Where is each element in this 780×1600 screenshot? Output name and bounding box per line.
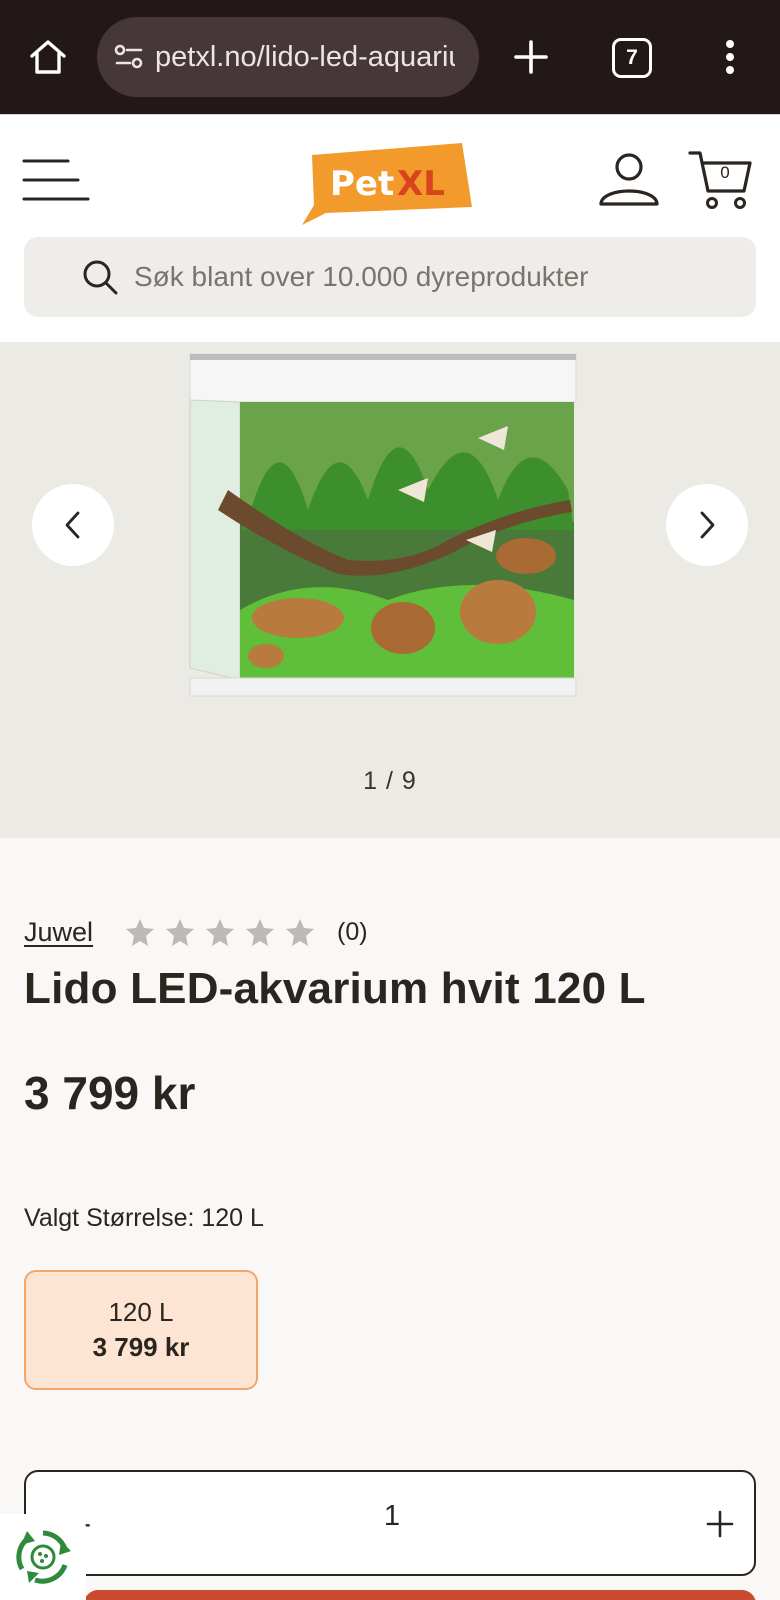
chevron-right-icon bbox=[700, 511, 715, 539]
more-vert-icon bbox=[726, 40, 734, 74]
logo-text-pet: Pet bbox=[330, 164, 394, 204]
home-icon bbox=[30, 40, 66, 74]
account-button[interactable] bbox=[596, 149, 662, 213]
site-header: Pet XL 0 bbox=[0, 114, 780, 342]
menu-button[interactable] bbox=[22, 157, 90, 203]
quantity-stepper: - 1 bbox=[24, 1470, 756, 1576]
search-icon bbox=[83, 260, 118, 295]
quantity-increase-button[interactable] bbox=[694, 1498, 746, 1550]
cart-count: 0 bbox=[720, 163, 730, 182]
quantity-value[interactable]: 1 bbox=[26, 1500, 758, 1533]
product-price: 3 799 kr bbox=[24, 1067, 196, 1119]
cart-button[interactable]: 0 bbox=[688, 149, 754, 213]
chevron-left-icon bbox=[65, 511, 80, 539]
rating-stars[interactable] bbox=[125, 917, 315, 947]
recycle-icon bbox=[16, 1530, 71, 1584]
aquarium-photo[interactable] bbox=[188, 350, 592, 702]
petxl-logo[interactable]: Pet XL bbox=[302, 137, 478, 225]
url-text[interactable]: petxl.no/lido-led-aquarium bbox=[155, 41, 455, 74]
gallery-prev-button[interactable] bbox=[32, 484, 114, 566]
search-input[interactable] bbox=[134, 261, 694, 293]
user-icon bbox=[599, 153, 659, 206]
hamburger-icon bbox=[22, 159, 90, 201]
review-count[interactable]: (0) bbox=[337, 918, 368, 947]
variant-label: Valgt Størrelse: 120 L bbox=[24, 1204, 264, 1232]
gallery-next-button[interactable] bbox=[666, 484, 748, 566]
tabs-button[interactable]: 7 bbox=[612, 38, 652, 78]
search-box[interactable] bbox=[24, 237, 756, 317]
product-title: Lido LED-akvarium hvit 120 L bbox=[24, 964, 646, 1013]
variant-price: 3 799 kr bbox=[92, 1332, 190, 1362]
plus-icon bbox=[514, 40, 548, 74]
star-icon bbox=[126, 919, 155, 946]
star-icon bbox=[286, 919, 315, 946]
eco-badge[interactable] bbox=[0, 1514, 86, 1600]
star-icon bbox=[166, 919, 195, 946]
browser-menu-button[interactable] bbox=[712, 34, 748, 80]
brand-link[interactable]: Juwel bbox=[24, 917, 93, 948]
address-bar[interactable]: petxl.no/lido-led-aquarium bbox=[97, 17, 479, 97]
plus-icon bbox=[706, 1510, 734, 1538]
brand-rating-row: Juwel (0) bbox=[24, 912, 368, 952]
add-to-cart-button[interactable] bbox=[84, 1590, 756, 1600]
gallery-counter: 1 / 9 bbox=[363, 767, 417, 795]
home-button[interactable] bbox=[22, 34, 74, 80]
new-tab-button[interactable] bbox=[508, 34, 554, 80]
star-icon bbox=[206, 919, 235, 946]
variant-size: 120 L bbox=[108, 1297, 174, 1327]
star-icon bbox=[246, 919, 275, 946]
logo-text-xl: XL bbox=[397, 164, 445, 204]
site-info-icon[interactable] bbox=[111, 39, 147, 75]
product-gallery: 1 / 9 bbox=[0, 342, 780, 838]
variant-option-selected[interactable]: 120 L 3 799 kr bbox=[24, 1270, 258, 1390]
browser-toolbar: petxl.no/lido-led-aquarium 7 bbox=[0, 0, 780, 114]
